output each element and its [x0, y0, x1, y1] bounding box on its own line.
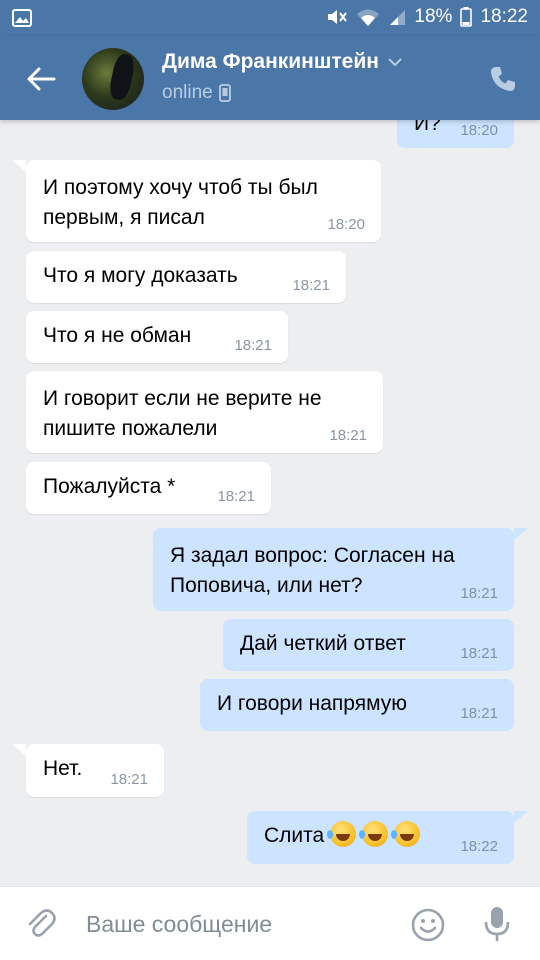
chevron-down-icon: [388, 58, 402, 67]
message-time: 18:21: [460, 585, 498, 602]
message-line: первым, я писал: [43, 206, 205, 229]
message-time: 18:21: [329, 427, 367, 444]
bubble-tail: [12, 744, 26, 756]
bubble-tail: [12, 160, 26, 172]
message-time: 18:21: [217, 488, 255, 505]
message-text: Что я могу доказать: [43, 264, 238, 287]
message-time: 18:21: [292, 277, 330, 294]
message-bubble[interactable]: Слита 18:22: [247, 811, 514, 864]
message-time: 18:21: [234, 337, 272, 354]
message-time: 18:20: [460, 122, 498, 139]
message-time: 18:22: [460, 838, 498, 855]
message-bubble[interactable]: И? 18:20: [397, 120, 514, 148]
message-text: И говорит если не верите не пишите пожал…: [43, 384, 322, 444]
message-line: И поэтому хочу чтоб ты был: [43, 176, 318, 199]
message-line: пишите пожалели: [43, 417, 218, 440]
message-bubble[interactable]: И говори напрямую 18:21: [200, 679, 514, 731]
message-text: И?: [414, 120, 441, 135]
mobile-icon: [218, 84, 231, 102]
status-bar: 18% 18:22: [0, 0, 540, 36]
message-text: И говори напрямую: [217, 692, 408, 715]
image-notification-icon: [12, 9, 32, 32]
mute-icon: [326, 7, 348, 27]
message-text: Я задал вопрос: Согласен на Поповича, ил…: [170, 541, 455, 601]
signal-icon: [388, 8, 406, 26]
chat-header: Дима Франкинштейн online: [0, 36, 540, 120]
battery-icon: [460, 7, 473, 27]
back-button[interactable]: [24, 62, 58, 96]
message-text-content: Слита: [264, 824, 325, 847]
message-line: Я задал вопрос: Согласен на: [170, 544, 455, 567]
message-time: 18:21: [460, 705, 498, 722]
attach-button[interactable]: [24, 907, 58, 941]
phone-icon: [491, 67, 515, 91]
message-text: Дай четкий ответ: [240, 632, 406, 655]
rolling-on-floor-laughing-emoji-icon: [391, 821, 421, 847]
message-bubble[interactable]: И поэтому хочу чтоб ты был первым, я пис…: [26, 160, 381, 242]
clock: 18:22: [480, 6, 528, 27]
message-time: 18:21: [110, 771, 148, 788]
message-bubble[interactable]: Нет. 18:21: [26, 744, 164, 797]
rolling-on-floor-laughing-emoji-icon: [359, 821, 389, 847]
message-bubble[interactable]: Что я не обман 18:21: [26, 311, 288, 363]
contact-name: Дима Франкинштейн: [162, 50, 379, 73]
message-text: И поэтому хочу чтоб ты был первым, я пис…: [43, 173, 318, 233]
microphone-icon: [484, 907, 510, 941]
smile-icon: [411, 908, 445, 942]
avatar[interactable]: [82, 48, 144, 110]
message-list[interactable]: И? 18:20 И поэтому хочу чтоб ты был перв…: [0, 120, 540, 886]
message-text: Нет.: [43, 757, 83, 780]
contact-name-row[interactable]: Дима Франкинштейн: [162, 50, 403, 74]
wifi-icon: [356, 7, 380, 27]
message-bubble[interactable]: Пожалуйста * 18:21: [26, 462, 271, 514]
message-input[interactable]: [80, 901, 402, 947]
presence-status: online: [162, 82, 213, 103]
message-time: 18:20: [327, 216, 365, 233]
call-button[interactable]: [488, 64, 518, 94]
paperclip-icon: [28, 909, 56, 937]
message-text: Пожалуйста *: [43, 475, 176, 498]
emoji-button[interactable]: [410, 907, 446, 943]
message-text: Слита: [264, 821, 421, 851]
bubble-tail: [514, 528, 528, 540]
message-bubble[interactable]: Дай четкий ответ 18:21: [223, 619, 514, 671]
message-line: Поповича, или нет?: [170, 574, 363, 597]
battery-level: 18%: [414, 6, 453, 27]
composer: [0, 886, 540, 960]
message-line: И говорит если не верите не: [43, 387, 322, 410]
voice-message-button[interactable]: [482, 905, 512, 943]
rolling-on-floor-laughing-emoji-icon: [327, 821, 357, 847]
message-bubble[interactable]: Что я могу доказать 18:21: [26, 251, 346, 303]
message-text: Что я не обман: [43, 324, 192, 347]
message-time: 18:21: [460, 645, 498, 662]
presence-row: online: [162, 82, 231, 104]
bubble-tail: [514, 811, 528, 823]
message-bubble[interactable]: Я задал вопрос: Согласен на Поповича, ил…: [153, 528, 514, 611]
message-bubble[interactable]: И говорит если не верите не пишите пожал…: [26, 371, 383, 453]
back-arrow-icon: [27, 67, 56, 91]
